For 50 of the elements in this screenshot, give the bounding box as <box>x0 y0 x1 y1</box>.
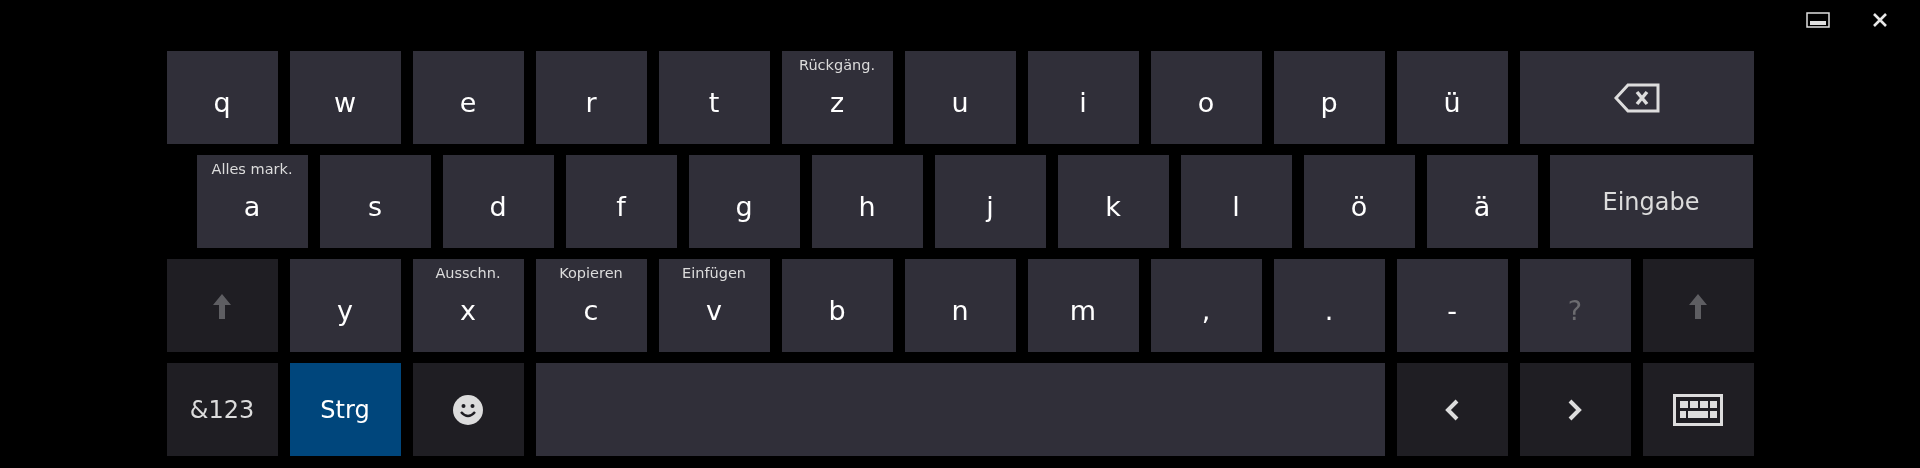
letter-key[interactable]: Ausschn. x <box>412 259 524 352</box>
letter-key[interactable]: n <box>904 259 1016 352</box>
chevron-left-icon <box>1444 398 1460 421</box>
letter-key[interactable]: Kopieren c <box>535 259 647 352</box>
letter-key[interactable]: w <box>289 51 401 144</box>
key-hint: Rückgäng. <box>797 57 877 73</box>
keyboard-icon <box>1673 393 1723 426</box>
letter-key[interactable]: ö <box>1303 155 1415 248</box>
letter-key[interactable]: l <box>1180 155 1292 248</box>
symbols-key[interactable]: &123 <box>166 363 278 456</box>
key-hint: Einfügen <box>681 265 747 281</box>
letter-key[interactable]: s <box>319 155 431 248</box>
backspace-key[interactable] <box>1519 51 1754 144</box>
letter-key[interactable]: q <box>166 51 278 144</box>
letter-key[interactable]: Alles mark. a <box>196 155 308 248</box>
enter-key[interactable]: Eingabe <box>1549 155 1753 248</box>
ctrl-key[interactable]: Strg <box>289 363 401 456</box>
letter-key[interactable]: j <box>934 155 1046 248</box>
letter-key[interactable]: m <box>1027 259 1139 352</box>
letter-key[interactable]: u <box>904 51 1016 144</box>
letter-key[interactable]: p <box>1273 51 1385 144</box>
close-icon[interactable] <box>1872 12 1888 28</box>
letter-key[interactable]: ü <box>1396 51 1508 144</box>
letter-key[interactable]: , <box>1150 259 1262 352</box>
dock-icon[interactable] <box>1806 12 1830 28</box>
letter-key[interactable]: ä <box>1426 155 1538 248</box>
letter-key[interactable]: Einfügen v <box>658 259 770 352</box>
letter-key[interactable]: k <box>1057 155 1169 248</box>
keyboard-key[interactable] <box>1642 363 1754 456</box>
letter-key[interactable]: e <box>412 51 524 144</box>
key-hint: Kopieren <box>558 265 624 281</box>
key-hint: Alles mark. <box>210 161 294 177</box>
letter-key[interactable]: f <box>565 155 677 248</box>
letter-key[interactable]: o <box>1150 51 1262 144</box>
smiley-icon <box>453 394 483 425</box>
letter-key[interactable]: g <box>688 155 800 248</box>
letter-key[interactable]: b <box>781 259 893 352</box>
emoji-key[interactable] <box>412 363 524 456</box>
letter-key[interactable]: d <box>442 155 554 248</box>
key-hint: Ausschn. <box>434 265 502 281</box>
letter-key[interactable]: t <box>658 51 770 144</box>
letter-key[interactable]: i <box>1027 51 1139 144</box>
letter-key[interactable]: h <box>811 155 923 248</box>
letter-key[interactable]: - <box>1396 259 1508 352</box>
letter-key[interactable]: . <box>1273 259 1385 352</box>
chevron-right-icon <box>1567 398 1583 421</box>
backspace-icon <box>1613 82 1660 113</box>
letter-key[interactable]: y <box>289 259 401 352</box>
letter-key[interactable]: Rückgäng. z <box>781 51 893 144</box>
letter-key[interactable]: r <box>535 51 647 144</box>
